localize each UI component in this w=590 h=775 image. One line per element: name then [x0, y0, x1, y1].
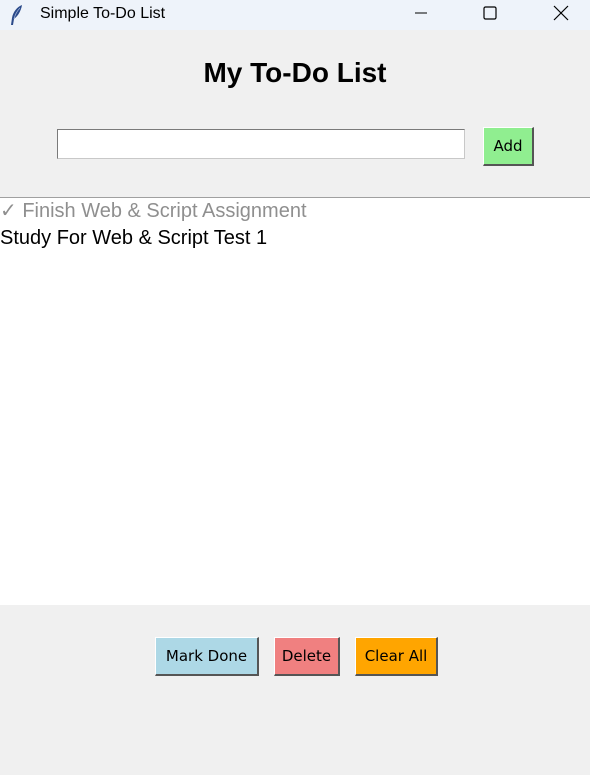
- page-title: My To-Do List: [203, 57, 387, 88]
- minimize-icon: [413, 5, 429, 26]
- add-button[interactable]: Add: [483, 127, 534, 166]
- close-button[interactable]: [538, 0, 584, 30]
- list-item[interactable]: ✓ Finish Web & Script Assignment: [0, 198, 590, 225]
- title-bar[interactable]: Simple To-Do List: [0, 0, 590, 30]
- app-window: Simple To-Do List My To-Do List Add ✓ Fi…: [0, 0, 590, 775]
- maximize-button[interactable]: [467, 0, 513, 30]
- clear-all-button[interactable]: Clear All: [355, 637, 438, 676]
- mark-done-button[interactable]: Mark Done: [155, 637, 259, 676]
- close-icon: [553, 5, 569, 26]
- window-title: Simple To-Do List: [40, 5, 166, 22]
- feather-icon: [9, 4, 25, 26]
- task-input[interactable]: [57, 129, 465, 159]
- delete-button[interactable]: Delete: [274, 637, 340, 676]
- task-list[interactable]: ✓ Finish Web & Script Assignment Study F…: [0, 197, 590, 605]
- minimize-button[interactable]: [398, 0, 444, 30]
- maximize-icon: [482, 5, 498, 26]
- list-item[interactable]: Study For Web & Script Test 1: [0, 225, 590, 252]
